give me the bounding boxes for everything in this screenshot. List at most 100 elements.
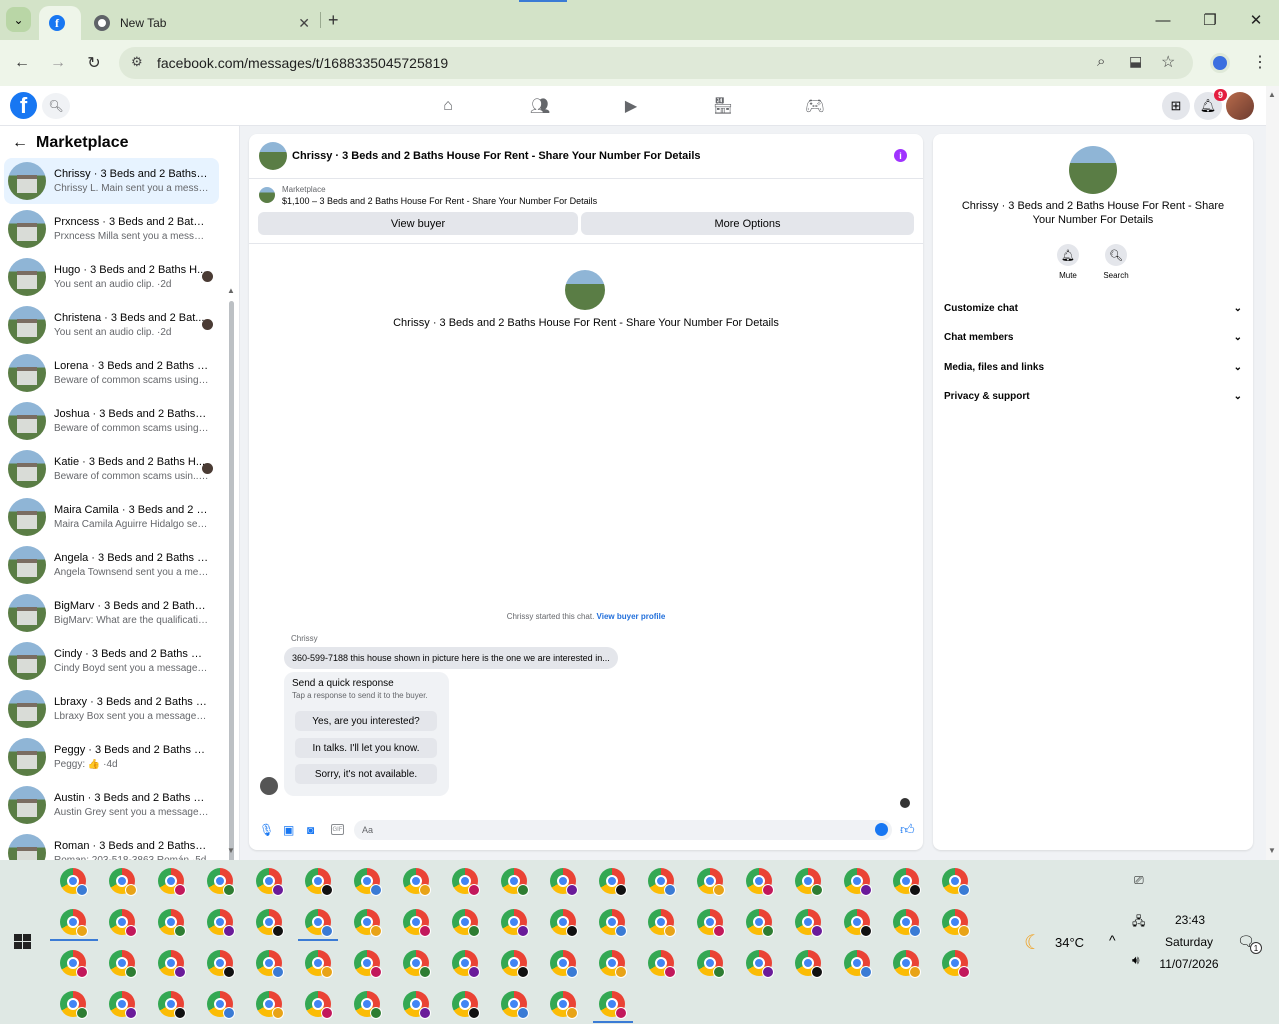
chrome-taskbar-icon[interactable] xyxy=(256,909,284,937)
chrome-taskbar-icon[interactable] xyxy=(354,950,382,978)
chrome-taskbar-icon[interactable] xyxy=(207,868,235,896)
chrome-taskbar-icon[interactable] xyxy=(403,909,431,937)
chrome-taskbar-icon[interactable] xyxy=(158,950,186,978)
meet-now-icon[interactable]: ⎚ xyxy=(1134,873,1144,888)
quick-reply-yes[interactable]: Yes, are you interested? xyxy=(295,711,437,731)
chrome-taskbar-icon[interactable] xyxy=(501,868,529,896)
chrome-taskbar-icon[interactable] xyxy=(305,868,333,896)
message-bubble[interactable]: 360-599-7188 this house shown in picture… xyxy=(284,647,618,669)
chrome-taskbar-icon[interactable] xyxy=(795,909,823,937)
close-window-button[interactable]: ✕ xyxy=(1236,8,1276,32)
site-info-icon[interactable]: ⚙ xyxy=(131,54,143,70)
conversation-item[interactable]: Roman · 3 Beds and 2 Baths Ho...Roman: 2… xyxy=(4,830,219,860)
clock-time[interactable]: 23:43 xyxy=(1150,913,1230,927)
chrome-taskbar-icon[interactable] xyxy=(452,909,480,937)
chrome-taskbar-icon[interactable] xyxy=(158,991,186,1019)
gif-icon[interactable]: GIF xyxy=(331,824,344,835)
chrome-taskbar-icon[interactable] xyxy=(942,868,970,896)
new-tab-button[interactable]: + xyxy=(328,10,339,31)
page-scrollbar[interactable] xyxy=(1266,86,1279,860)
scrollbar-thumb[interactable] xyxy=(229,301,234,860)
chrome-taskbar-icon[interactable] xyxy=(256,950,284,978)
chrome-taskbar-icon[interactable] xyxy=(452,950,480,978)
chrome-taskbar-icon[interactable] xyxy=(60,909,88,937)
bookmark-star-icon[interactable]: ☆ xyxy=(1161,52,1175,72)
chrome-taskbar-icon[interactable] xyxy=(550,950,578,978)
search-icon[interactable]: 🔍︎ xyxy=(42,93,70,119)
chrome-taskbar-icon[interactable] xyxy=(60,991,88,1019)
chat-avatar[interactable] xyxy=(259,142,287,170)
chrome-taskbar-icon[interactable] xyxy=(893,950,921,978)
weather-temperature[interactable]: 34°C xyxy=(1055,935,1084,950)
chrome-taskbar-icon[interactable] xyxy=(942,909,970,937)
customize-chat-section[interactable]: Customize chat ⌄ xyxy=(944,298,1242,318)
search-in-chat-button[interactable]: 🔍︎ xyxy=(1105,244,1127,266)
intro-avatar[interactable] xyxy=(565,270,605,310)
conversation-item[interactable]: Katie · 3 Beds and 2 Baths H... Beware of… xyxy=(4,446,219,492)
chrome-taskbar-icon[interactable] xyxy=(697,950,725,978)
media-files-links-section[interactable]: Media, files and links ⌄ xyxy=(944,357,1242,377)
chrome-taskbar-icon[interactable] xyxy=(648,909,676,937)
close-tab-icon[interactable]: ✕ xyxy=(298,15,310,32)
view-buyer-profile-link[interactable]: View buyer profile xyxy=(597,612,666,621)
conversation-item[interactable]: Cindy · 3 Beds and 2 Baths Hou... Cindy B… xyxy=(4,638,219,684)
chrome-taskbar-icon[interactable] xyxy=(599,909,627,937)
scroll-up-icon[interactable]: ▲ xyxy=(227,286,235,295)
chrome-taskbar-icon[interactable] xyxy=(305,950,333,978)
chrome-taskbar-icon[interactable] xyxy=(403,991,431,1019)
chrome-taskbar-icon[interactable] xyxy=(60,950,88,978)
conversation-item[interactable]: Maira Camila · 3 Beds and 2 Ba... Maira C… xyxy=(4,494,219,540)
clock-date[interactable]: 11/07/2026 xyxy=(1150,957,1228,971)
conversation-item[interactable]: Peggy · 3 Beds and 2 Baths Ho... Peggy: 👍… xyxy=(4,734,219,780)
chrome-taskbar-icon[interactable] xyxy=(844,950,872,978)
chrome-taskbar-icon[interactable] xyxy=(746,950,774,978)
chrome-taskbar-icon[interactable] xyxy=(305,991,333,1019)
chrome-taskbar-icon[interactable] xyxy=(648,950,676,978)
address-bar[interactable]: ⚙ facebook.com/messages/t/16883350457258… xyxy=(119,47,1193,79)
privacy-support-section[interactable]: Privacy & support ⌄ xyxy=(944,386,1242,406)
gaming-icon[interactable]: 🎮︎ xyxy=(804,95,826,117)
mute-button[interactable]: 🔔︎ xyxy=(1057,244,1079,266)
conversation-item[interactable]: Prxncess · 3 Beds and 2 Baths ... Prxnces… xyxy=(4,206,219,252)
chrome-taskbar-icon[interactable] xyxy=(599,868,627,896)
conversation-item[interactable]: Austin · 3 Beds and 2 Baths Ho... Austin … xyxy=(4,782,219,828)
view-buyer-button[interactable]: View buyer xyxy=(258,212,578,235)
conversation-item[interactable]: Lorena · 3 Beds and 2 Baths Ho... Beware … xyxy=(4,350,219,396)
chrome-taskbar-icon[interactable] xyxy=(746,868,774,896)
url-text[interactable]: facebook.com/messages/t/1688335045725819 xyxy=(157,55,448,71)
tab-new-tab[interactable]: New Tab ✕ xyxy=(84,6,320,40)
tab-search-button[interactable]: ⌄ xyxy=(6,7,31,32)
reload-button[interactable]: ↻ xyxy=(83,52,105,74)
chrome-taskbar-icon[interactable] xyxy=(109,991,137,1019)
chrome-taskbar-icon[interactable] xyxy=(256,868,284,896)
chrome-taskbar-icon[interactable] xyxy=(109,909,137,937)
chrome-taskbar-icon[interactable] xyxy=(942,950,970,978)
chrome-taskbar-icon[interactable] xyxy=(501,991,529,1019)
conversation-item[interactable]: BigMarv · 3 Beds and 2 Baths H... BigMarv… xyxy=(4,590,219,636)
more-options-button[interactable]: More Options xyxy=(581,212,914,235)
scroll-up-icon[interactable]: ▲ xyxy=(1268,90,1276,99)
chrome-taskbar-icon[interactable] xyxy=(354,868,382,896)
chrome-taskbar-icon[interactable] xyxy=(697,868,725,896)
chrome-taskbar-icon[interactable] xyxy=(109,868,137,896)
chrome-taskbar-icon[interactable] xyxy=(403,868,431,896)
photo-icon[interactable]: ▣ xyxy=(283,823,294,837)
friends-icon[interactable]: 👥︎ xyxy=(529,95,551,117)
sender-avatar[interactable] xyxy=(260,777,278,795)
chrome-taskbar-icon[interactable] xyxy=(550,868,578,896)
conversation-item[interactable]: Chrissy · 3 Beds and 2 Baths Ho... Chriss… xyxy=(4,158,219,204)
info-icon[interactable]: i xyxy=(894,149,907,162)
marketplace-icon[interactable]: 🏪︎ xyxy=(712,95,734,117)
conversation-item[interactable]: Joshua · 3 Beds and 2 Baths Ho... Beware … xyxy=(4,398,219,444)
chrome-taskbar-icon[interactable] xyxy=(354,909,382,937)
chrome-taskbar-icon[interactable] xyxy=(207,950,235,978)
home-icon[interactable]: ⌂ xyxy=(437,95,459,117)
forward-button[interactable]: → xyxy=(47,52,69,74)
chrome-taskbar-icon[interactable] xyxy=(501,950,529,978)
browser-menu-icon[interactable]: ⋮ xyxy=(1252,52,1268,72)
chrome-taskbar-icon[interactable] xyxy=(158,868,186,896)
zoom-icon[interactable]: ⌕ xyxy=(1097,53,1105,70)
chrome-taskbar-icon[interactable] xyxy=(550,909,578,937)
video-icon[interactable]: ▶︎ xyxy=(620,95,642,117)
chrome-taskbar-icon[interactable] xyxy=(207,909,235,937)
